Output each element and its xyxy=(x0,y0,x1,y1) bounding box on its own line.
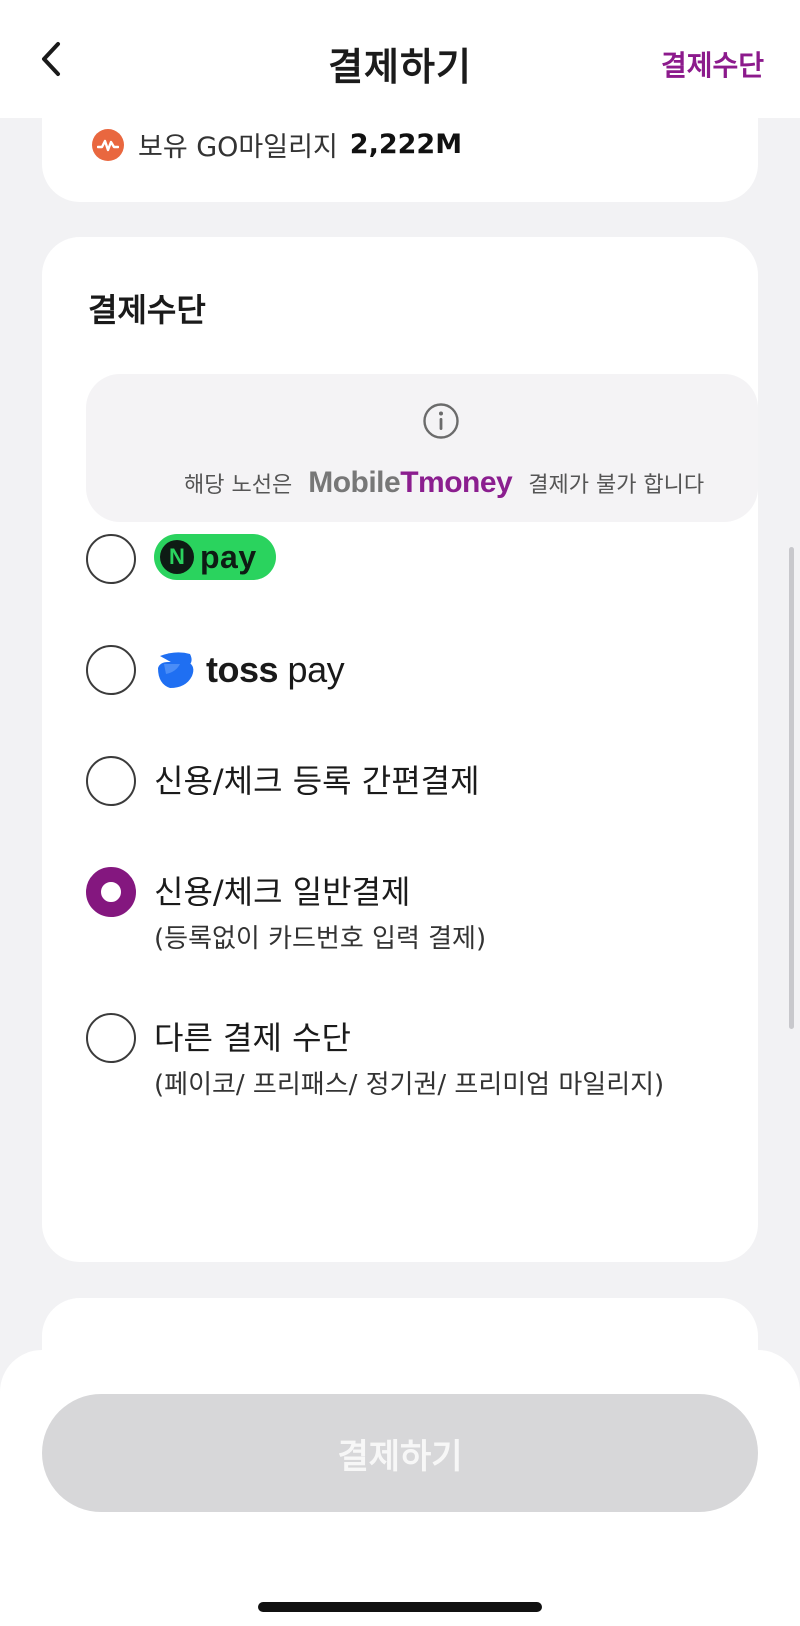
payment-method-link[interactable]: 결제수단 xyxy=(661,44,764,84)
option-other-sub: (페이코/ 프리패스/ 정기권/ 프리미엄 마일리지) xyxy=(154,1070,665,1100)
bottom-action-area: 결제하기 xyxy=(0,1350,800,1626)
option-tosspay-body: toss pay xyxy=(154,645,345,695)
mileage-label: 보유 GO마일리지 xyxy=(138,132,338,163)
logo-tmoney-text: Tmoney xyxy=(400,466,513,499)
option-registered-card-label: 신용/체크 등록 간편결제 xyxy=(154,762,480,800)
mileage-row: 보유 GO마일리지 2,222M xyxy=(92,125,462,164)
payment-methods-card: 결제수단 해당 노선은 Mobile Tmoney 결제가 불가 합니다 N pa… xyxy=(42,237,758,1262)
header: 결제하기 결제수단 xyxy=(0,0,800,118)
option-other-body: 다른 결제 수단 (페이코/ 프리패스/ 정기권/ 프리미엄 마일리지) xyxy=(154,1013,694,1107)
option-general-card-body: 신용/체크 일반결제 (등록없이 카드번호 입력 결제) xyxy=(154,867,694,961)
option-general-card-sub: (등록없이 카드번호 입력 결제) xyxy=(154,924,487,954)
option-general-card[interactable]: 신용/체크 일반결제 (등록없이 카드번호 입력 결제) xyxy=(86,867,694,961)
option-registered-card[interactable]: 신용/체크 등록 간편결제 xyxy=(86,756,480,806)
radio-registered-card[interactable] xyxy=(86,756,136,806)
mileage-icon xyxy=(92,128,124,161)
npay-logo: N pay xyxy=(154,534,276,580)
tosspay-text: toss pay xyxy=(206,649,345,691)
option-npay[interactable]: N pay xyxy=(86,534,276,584)
notice-prefix: 해당 노선은 xyxy=(184,473,293,498)
mileage-value: 2,222M xyxy=(349,129,463,160)
notice-box: 해당 노선은 Mobile Tmoney 결제가 불가 합니다 xyxy=(86,374,758,522)
option-tosspay[interactable]: toss pay xyxy=(86,645,345,695)
logo-mobile-text: Mobile xyxy=(308,466,401,499)
scrollbar[interactable] xyxy=(789,547,794,1029)
home-indicator xyxy=(258,1602,542,1612)
toss-icon xyxy=(158,652,194,688)
notice-suffix: 결제가 불가 합니다 xyxy=(528,473,705,498)
option-other[interactable]: 다른 결제 수단 (페이코/ 프리패스/ 정기권/ 프리미엄 마일리지) xyxy=(86,1013,694,1107)
toss-bold-text: toss xyxy=(206,649,279,690)
option-registered-card-body: 신용/체크 등록 간편결제 xyxy=(154,756,480,806)
radio-tosspay[interactable] xyxy=(86,645,136,695)
npay-n-icon: N xyxy=(160,540,194,574)
section-title: 결제수단 xyxy=(88,291,206,329)
mobile-tmoney-logo: Mobile Tmoney xyxy=(308,466,513,500)
npay-text: pay xyxy=(200,538,257,575)
pay-button[interactable]: 결제하기 xyxy=(42,1394,758,1512)
option-other-label: 다른 결제 수단 xyxy=(154,1019,351,1057)
info-icon xyxy=(423,403,459,439)
notice-row: 해당 노선은 Mobile Tmoney 결제가 불가 합니다 xyxy=(184,466,704,500)
radio-general-card[interactable] xyxy=(86,867,136,917)
toss-pay-text: pay xyxy=(287,649,345,690)
option-npay-body: N pay xyxy=(154,534,276,580)
radio-other[interactable] xyxy=(86,1013,136,1063)
tosspay-logo: toss pay xyxy=(154,645,345,695)
option-general-card-label: 신용/체크 일반결제 xyxy=(154,873,411,911)
radio-npay[interactable] xyxy=(86,534,136,584)
